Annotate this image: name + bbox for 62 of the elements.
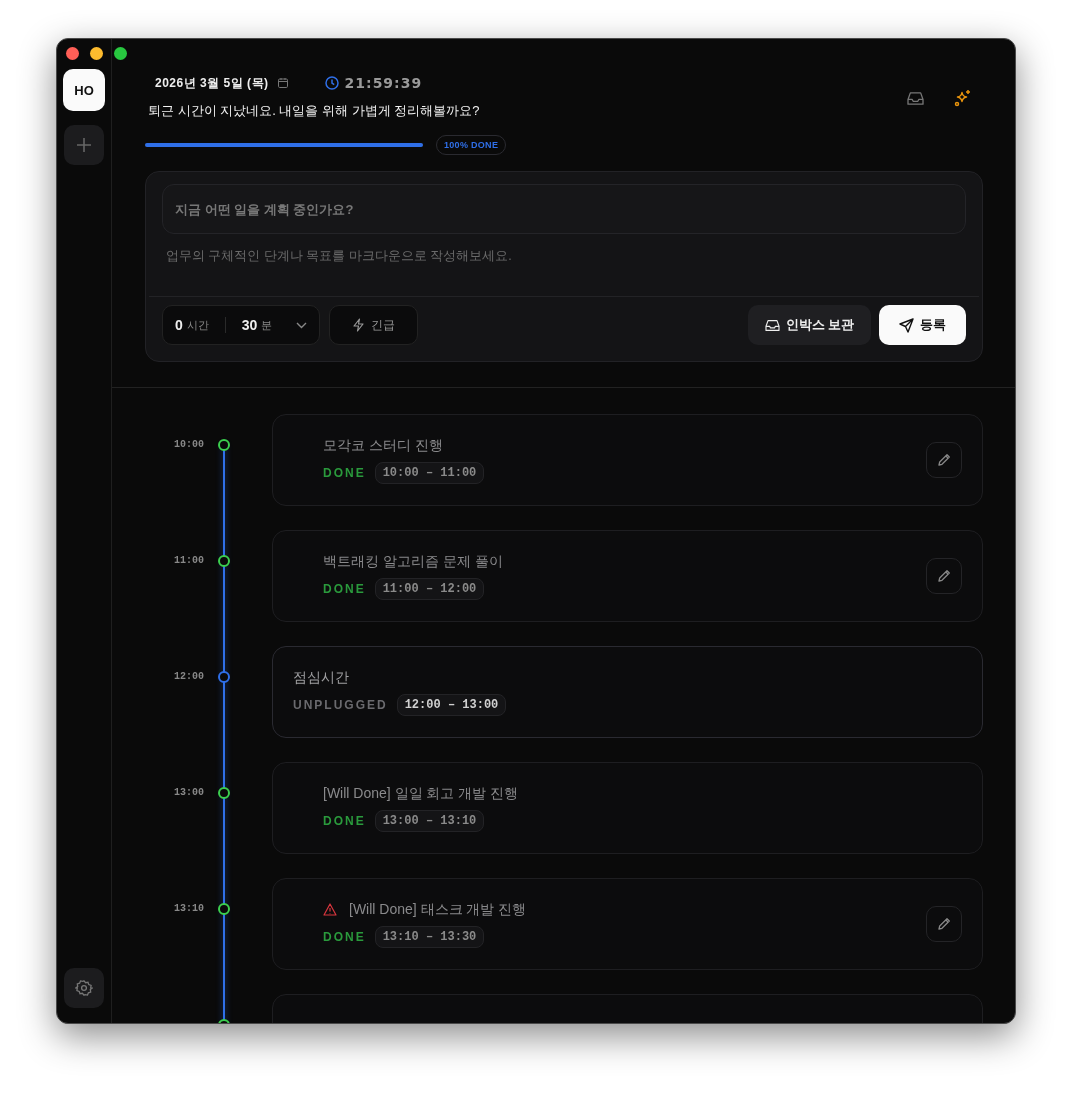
time-range: 10:00 – 11:00 [374, 461, 485, 484]
time-range: 13:10 – 13:30 [374, 925, 485, 948]
edit-button[interactable] [926, 442, 962, 478]
time-label: 10:00 [173, 439, 204, 450]
sparkle-icon [954, 89, 972, 107]
inbox-save-button[interactable]: 인박스 보관 [747, 305, 871, 345]
status-label: UNPLUGGED [293, 697, 388, 712]
hours-value: 0 [175, 317, 183, 333]
edit-button[interactable] [926, 558, 962, 594]
close-button[interactable] [66, 47, 79, 60]
status-label: DONE [323, 581, 366, 596]
task-title: [Will Done] 일일 회고 개발 진행 [323, 784, 519, 803]
task-card[interactable]: [Will Done] 일일 회고 개발 진행 DONE 13:00 – 13:10 [272, 762, 983, 854]
status-label: DONE [323, 813, 366, 828]
time-label: 11:00 [173, 555, 204, 566]
task-card[interactable]: [Will Done] 태스크 개발 진행 DONE 13:10 – 13:30 [272, 878, 983, 970]
task-card[interactable]: 백트래킹 알고리즘 문제 풀이 DONE 11:00 – 12:00 [272, 530, 983, 622]
sparkle-button[interactable] [953, 88, 973, 108]
zoom-button[interactable] [114, 47, 127, 60]
task-title: [Will Done] 태스크 개발 진행 [349, 900, 527, 919]
status-label: DONE [323, 465, 366, 480]
send-icon [899, 317, 914, 333]
minutes-value: 30 [241, 317, 258, 333]
plus-icon [76, 137, 92, 153]
chevron-down-icon [296, 321, 307, 329]
inbox-icon [764, 318, 780, 332]
time-range: 13:00 – 13:10 [374, 809, 485, 832]
composer-panel[interactable]: 지금 어떤 일을 계획 중인가요? 업무의 구체적인 단계나 목표를 마크다운으로 작성해보세요. 0 시간 30 분 긴급 인박스 보관 등록 [145, 171, 983, 362]
minimize-button[interactable] [90, 47, 103, 60]
hours-unit: 시간 [186, 317, 209, 333]
clock-time: 21:59:39 [344, 75, 423, 91]
break-card[interactable]: 점심시간 UNPLUGGED 12:00 – 13:00 [272, 646, 983, 738]
submit-button[interactable]: 등록 [879, 305, 966, 345]
settings-icon [75, 979, 93, 997]
task-title: 백트래킹 알고리즘 문제 풀이 [323, 552, 503, 571]
pencil-icon [936, 916, 952, 932]
pencil-icon [936, 452, 952, 468]
time-label: 13:10 [173, 903, 204, 914]
task-card[interactable]: 모각코 스터디 진행 DONE 10:00 – 11:00 [272, 414, 983, 506]
minutes-unit: 분 [261, 317, 273, 333]
title-input-field[interactable]: 지금 어떤 일을 계획 중인가요? [162, 184, 966, 234]
pencil-icon [936, 568, 952, 584]
task-title: 모각코 스터디 진행 [323, 436, 443, 455]
workspace-button[interactable]: HO [63, 69, 105, 111]
duration-picker[interactable]: 0 시간 30 분 [162, 305, 320, 345]
time-range: 11:00 – 12:00 [374, 577, 485, 600]
clock-icon [324, 76, 339, 90]
urgent-button[interactable]: 긴급 [329, 305, 418, 345]
description-field[interactable]: 업무의 구체적인 단계나 목표를 마크다운으로 작성해보세요. [162, 234, 966, 296]
settings-button[interactable] [64, 968, 104, 1008]
task-title: 점심시간 [293, 668, 349, 687]
inbox-icon [906, 90, 924, 106]
greeting-message: 퇴근 시간이 지났네요. 내일을 위해 가볍게 정리해볼까요? [147, 102, 481, 120]
edit-button[interactable] [926, 906, 962, 942]
lightning-icon [352, 318, 365, 332]
calendar-icon [276, 77, 289, 89]
time-label: 13:00 [173, 787, 204, 798]
time-label: 12:00 [173, 671, 204, 682]
time-range: 12:00 – 13:00 [396, 693, 507, 716]
status-label: DONE [323, 929, 366, 944]
date-label: 2026년 3월 5일 (목) [155, 74, 269, 92]
add-button[interactable] [64, 125, 104, 165]
